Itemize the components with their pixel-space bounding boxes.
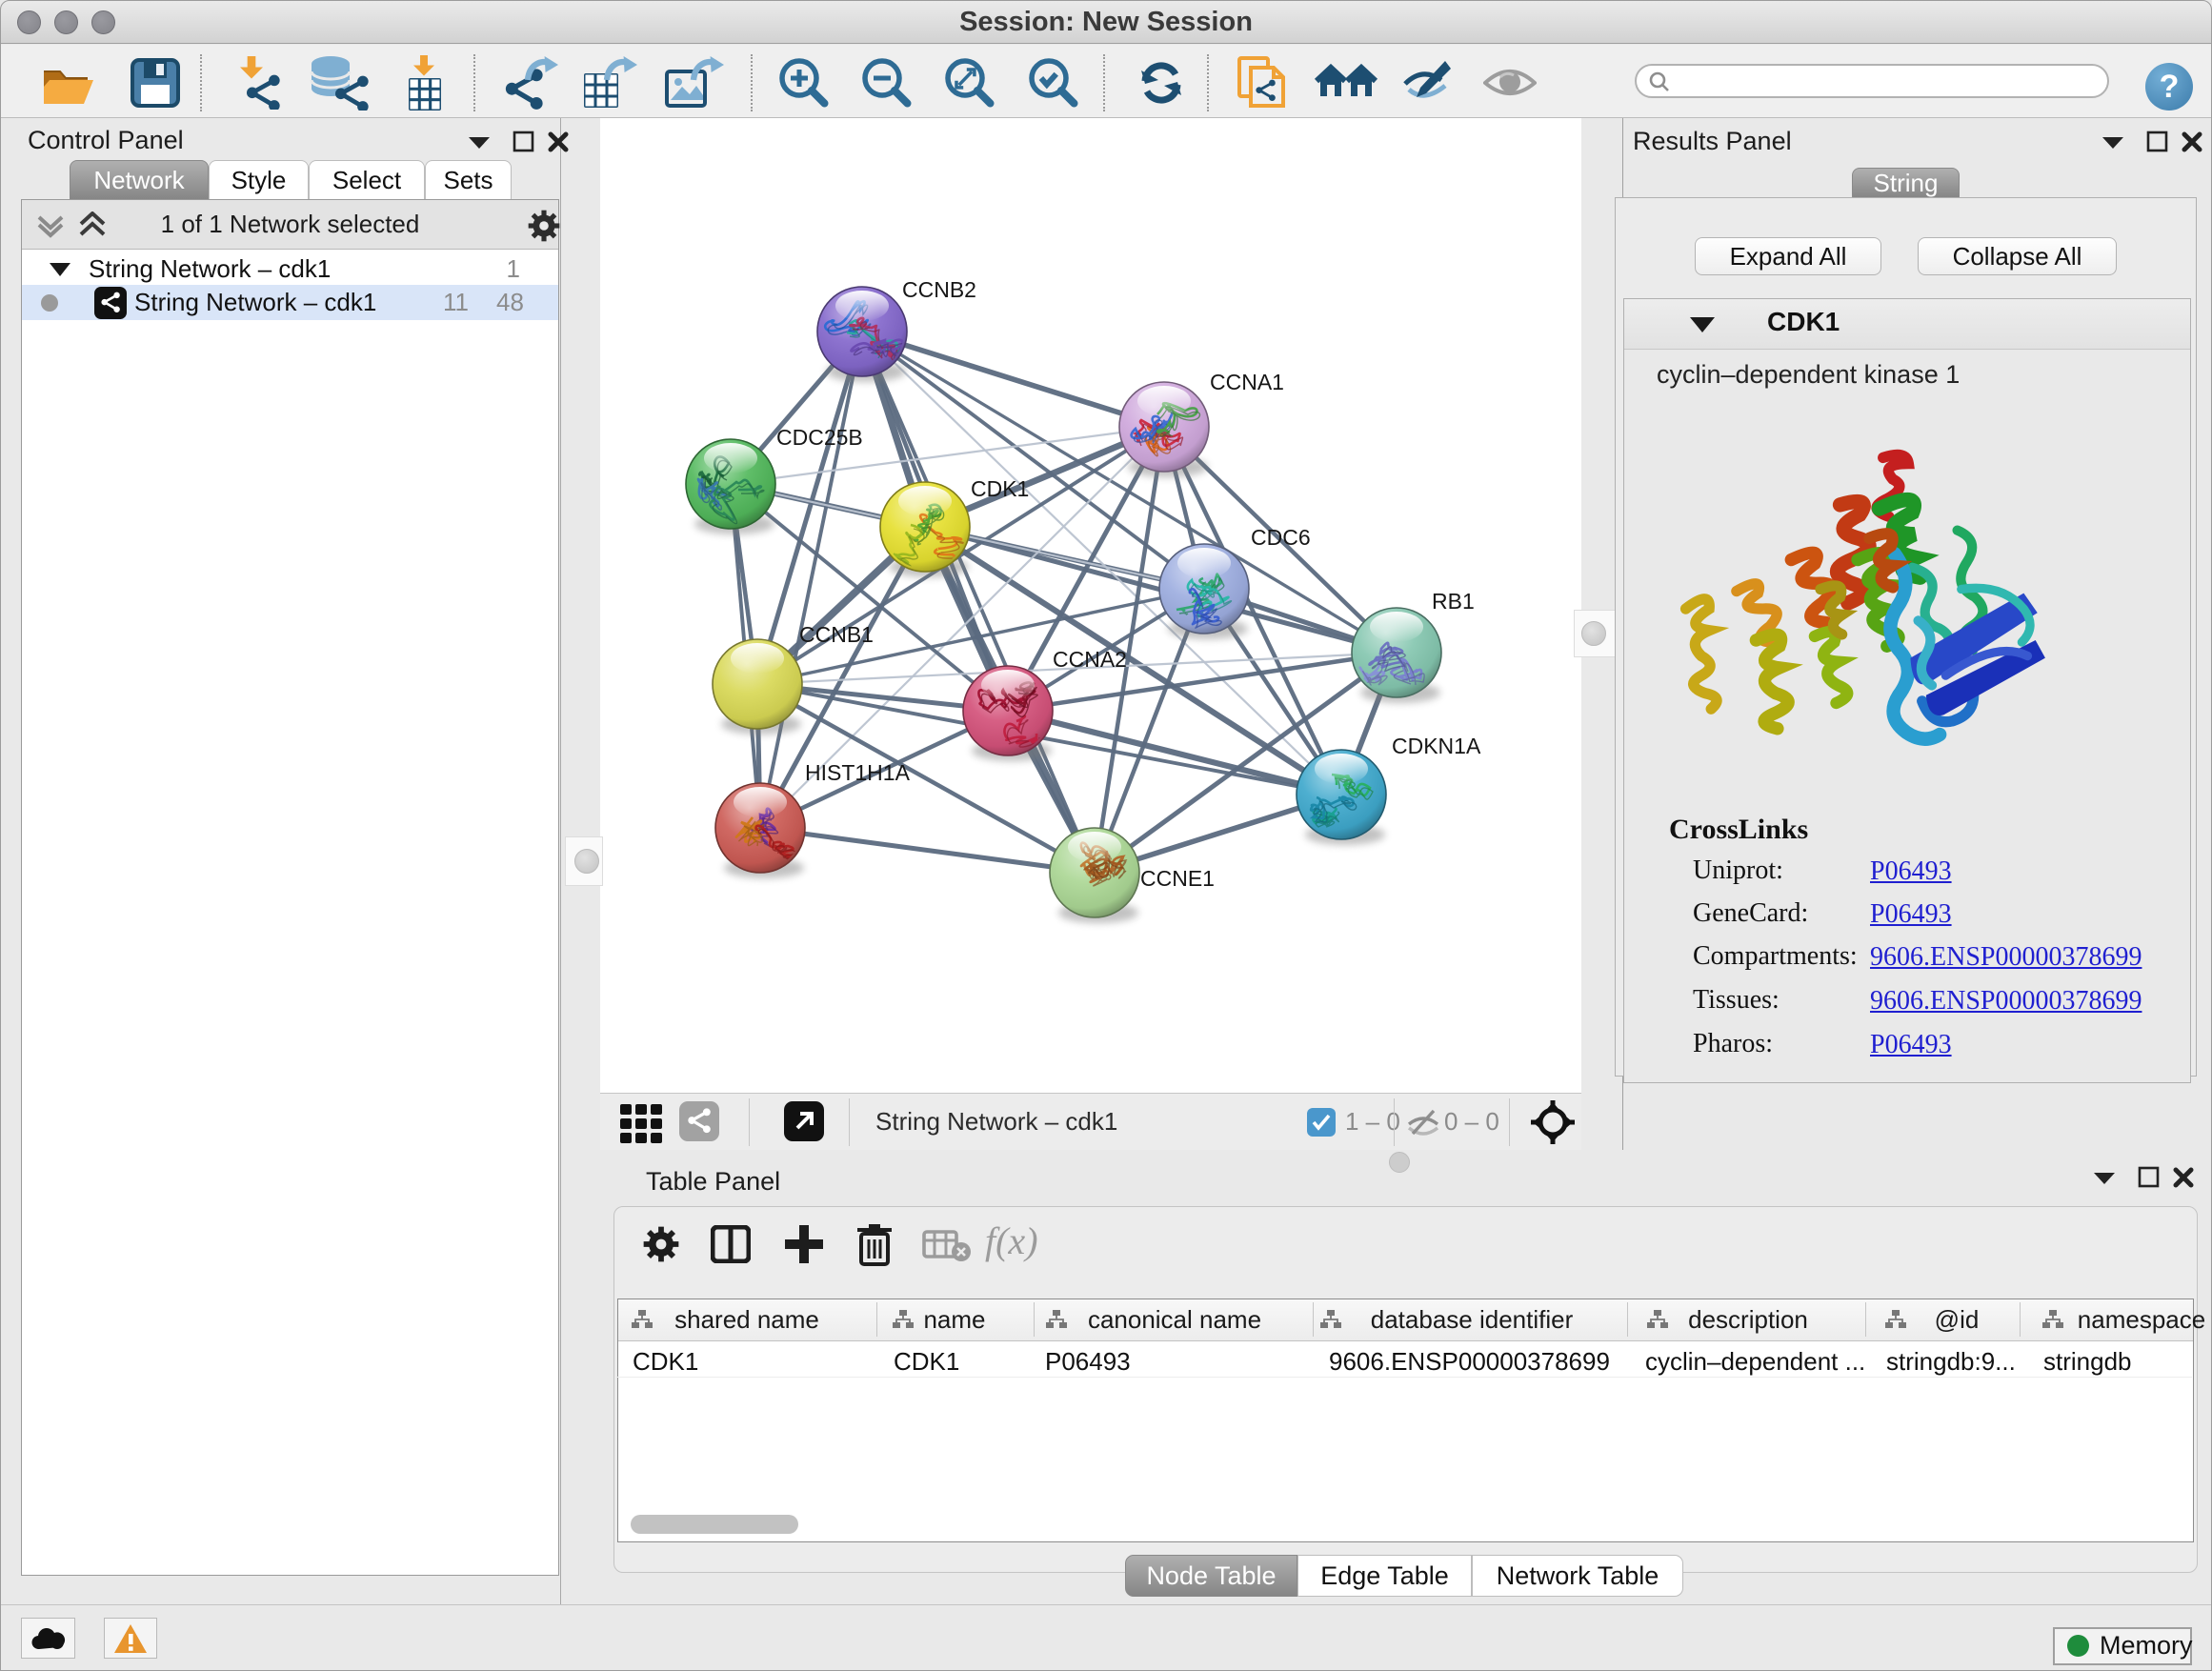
svg-text:CCNB1: CCNB1 [799,622,874,647]
svg-text:CDC6: CDC6 [1251,525,1311,550]
svg-text:CDC25B: CDC25B [776,425,863,450]
svg-text:CCNA2: CCNA2 [1053,647,1127,672]
svg-text:RB1: RB1 [1432,589,1475,614]
svg-text:CDK1: CDK1 [971,476,1029,501]
svg-text:HIST1H1A: HIST1H1A [805,760,911,785]
svg-text:CCNE1: CCNE1 [1140,866,1215,891]
svg-text:CDKN1A: CDKN1A [1392,734,1481,758]
svg-text:CCNB2: CCNB2 [902,277,976,302]
svg-text:CCNA1: CCNA1 [1210,370,1284,394]
